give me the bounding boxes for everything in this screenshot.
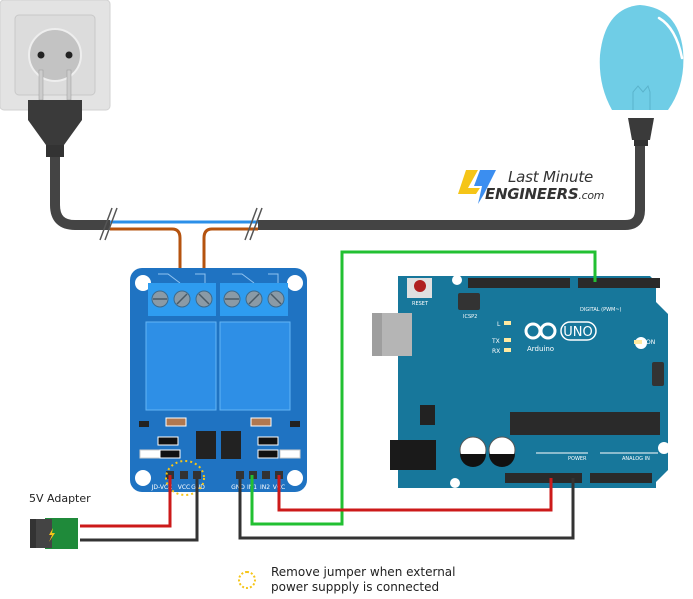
dc-adapter-jack xyxy=(30,518,78,549)
plug xyxy=(28,100,82,145)
atmega-chip xyxy=(510,412,660,435)
digital-header-2 xyxy=(578,278,660,288)
wall-outlet xyxy=(0,0,111,157)
icsp2-header xyxy=(458,293,480,310)
wiring-diagram: JD-VCC VCC GND GND IN1 IN2 VCC RESET ICS… xyxy=(0,0,693,595)
led-label-tx: TX xyxy=(491,338,500,345)
diagram-canvas: JD-VCC VCC GND GND IN1 IN2 VCC RESET ICS… xyxy=(0,0,684,549)
optocoupler-1 xyxy=(196,431,216,459)
jumper-note-line1: Remove jumper when external xyxy=(271,565,456,579)
uno-label: UNO xyxy=(563,325,592,340)
power-header xyxy=(505,473,582,483)
adapter-label: 5V Adapter xyxy=(29,492,91,505)
jumper-note-line2: power suppply is connected xyxy=(271,580,440,594)
relay-module: JD-VCC VCC GND GND IN1 IN2 VCC xyxy=(130,268,307,496)
icsp-header xyxy=(652,362,664,386)
analog-label: ANALOG IN xyxy=(622,456,650,462)
relay-1 xyxy=(145,321,217,411)
analog-header xyxy=(590,473,652,483)
relay-2 xyxy=(219,321,291,411)
mains-cable-left xyxy=(50,155,110,230)
icsp2-label: ICSP2 xyxy=(463,314,477,320)
on-label: ON xyxy=(646,339,655,346)
brand-name-line2: ENGINEERS.com xyxy=(485,185,605,203)
brand-suffix: .com xyxy=(578,189,605,202)
reset-label: RESET xyxy=(412,301,429,307)
digital-header-1 xyxy=(468,278,570,288)
led-label-rx: RX xyxy=(492,348,500,355)
pin-label-in-gnd: GND xyxy=(231,484,245,491)
jumper-note: Remove jumper when external power supppl… xyxy=(271,565,456,595)
arduino-label: Arduino xyxy=(527,345,554,353)
pin-label-in2: IN2 xyxy=(260,484,270,491)
brand-name-main: ENGINEERS xyxy=(485,185,579,203)
voltage-regulator xyxy=(420,405,435,425)
pin-label-vcc: VCC xyxy=(178,484,190,491)
digital-label: DIGITAL (PWM~) xyxy=(580,307,622,313)
power-label: POWER xyxy=(568,456,587,462)
arduino-uno: RESET ICSP2 DIGITAL (PWM~) L TX RX ON UN… xyxy=(372,275,670,488)
light-bulb xyxy=(599,5,684,146)
optocoupler-2 xyxy=(221,431,241,459)
brand-name-line1: Last Minute xyxy=(508,168,594,186)
mains-cable xyxy=(50,140,645,275)
dc-jack xyxy=(390,440,436,470)
jumper-legend-icon xyxy=(238,571,256,589)
